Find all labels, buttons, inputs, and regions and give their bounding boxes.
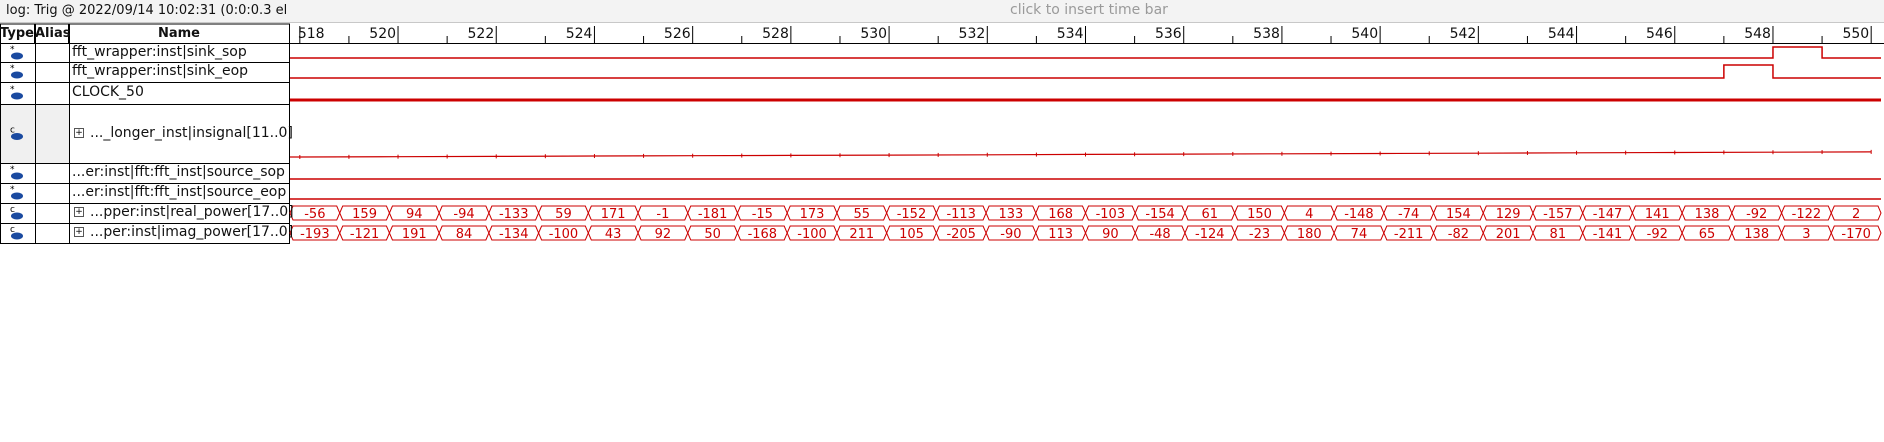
real-power-value: 159 <box>352 207 377 222</box>
signal-name-2[interactable]: CLOCK_50 <box>72 84 290 100</box>
real-power-value: -148 <box>1344 207 1374 222</box>
ruler-tick-label: 518 <box>298 26 325 42</box>
ruler-tick-label: 538 <box>1253 26 1280 42</box>
ruler-tick-label: 528 <box>762 26 789 42</box>
imag-power-value: 81 <box>1550 227 1567 242</box>
real-power-value: -133 <box>499 207 529 222</box>
imag-power-value: -90 <box>1000 227 1021 242</box>
signal-list: Type Alias Name fft_wrapper:inst|sink_so… <box>0 24 294 244</box>
sink-eop-wave <box>290 64 1881 79</box>
imag-power-value: 92 <box>655 227 672 242</box>
imag-power-value: -92 <box>1647 227 1668 242</box>
ruler-tick-label: 520 <box>369 26 396 42</box>
imag-power-value: 211 <box>849 227 874 242</box>
ruler-tick-label: 546 <box>1646 26 1673 42</box>
name-column-header[interactable]: Name <box>69 24 290 43</box>
imag-power-value: -121 <box>350 227 380 242</box>
real-power-value: 4 <box>1305 207 1313 222</box>
imag-power-value: 43 <box>605 227 622 242</box>
real-power-value: 133 <box>999 207 1024 222</box>
real-power-value: -113 <box>946 207 976 222</box>
signal-name-3[interactable]: ..._longer_inst|insignal[11..0] <box>90 125 308 141</box>
real-power-value: -122 <box>1792 207 1822 222</box>
real-power-value: 150 <box>1247 207 1272 222</box>
signal-name-5[interactable]: ...er:inst|fft:fft_inst|source_eop <box>72 184 290 200</box>
ruler-tick-label: 542 <box>1450 26 1477 42</box>
real-power-value: -15 <box>752 207 773 222</box>
imag-power-value: 113 <box>1048 227 1073 242</box>
real-power-value: 173 <box>800 207 825 222</box>
imag-power-value: 84 <box>456 227 473 242</box>
signal-name-0[interactable]: fft_wrapper:inst|sink_sop <box>72 44 290 60</box>
real-power-value: 171 <box>601 207 626 222</box>
real-power-value: 55 <box>853 207 870 222</box>
imag-power-value: 201 <box>1496 227 1521 242</box>
ruler-tick-label: 526 <box>664 26 691 42</box>
ruler-tick-label: 530 <box>860 26 887 42</box>
signal-name-7[interactable]: ...per:inst|imag_power[17..0] <box>90 224 308 240</box>
real-power-value: -157 <box>1543 207 1573 222</box>
real-power-value: -154 <box>1145 207 1175 222</box>
real-power-value: 168 <box>1048 207 1073 222</box>
ruler-tick-label: 522 <box>468 26 495 42</box>
imag-power-value: -48 <box>1149 227 1170 242</box>
real-power-value: 94 <box>406 207 423 222</box>
alias-column-header[interactable]: Alias <box>35 24 70 43</box>
imag-power-value: -82 <box>1448 227 1469 242</box>
real-power-value: -92 <box>1746 207 1767 222</box>
real-power-value: -103 <box>1096 207 1126 222</box>
ruler-tick-label: 550 <box>1842 26 1869 42</box>
real-power-value: -147 <box>1593 207 1623 222</box>
real-power-value: 61 <box>1202 207 1219 222</box>
sink-sop-wave <box>290 46 1881 59</box>
imag-power-value: 65 <box>1699 227 1716 242</box>
imag-power-value: 105 <box>899 227 924 242</box>
real-power-value: 154 <box>1446 207 1471 222</box>
ruler-tick-label: 524 <box>566 26 593 42</box>
imag-power-value: -100 <box>549 227 579 242</box>
signal-name-6[interactable]: ...pper:inst|real_power[17..0] <box>90 204 308 220</box>
real-power-value: 129 <box>1496 207 1521 222</box>
imag-power-value: -168 <box>748 227 778 242</box>
ruler-tick-label: 536 <box>1155 26 1182 42</box>
type-column-header[interactable]: Type <box>0 24 35 43</box>
imag-power-value: -141 <box>1593 227 1623 242</box>
real-power-value: -1 <box>656 207 669 222</box>
imag-power-value: -124 <box>1195 227 1225 242</box>
imag-power-value: -134 <box>499 227 529 242</box>
expand-icon[interactable]: + <box>74 227 84 237</box>
ruler-tick-label: 544 <box>1548 26 1575 42</box>
real-power-value: 138 <box>1695 207 1720 222</box>
real-power-value: -74 <box>1398 207 1419 222</box>
real-power-value: 141 <box>1645 207 1670 222</box>
imag-power-value: 74 <box>1351 227 1368 242</box>
imag-power-value: 90 <box>1102 227 1119 242</box>
imag-power-value: 138 <box>1744 227 1769 242</box>
ruler-tick-label: 534 <box>1057 26 1084 42</box>
imag-power-value: 180 <box>1297 227 1322 242</box>
signal-name-1[interactable]: fft_wrapper:inst|sink_eop <box>72 63 290 79</box>
imag-power-value: -205 <box>946 227 976 242</box>
insignal-wave <box>290 151 1872 158</box>
real-power-value: 59 <box>555 207 572 222</box>
signal-name-4[interactable]: ...er:inst|fft:fft_inst|source_sop <box>72 164 290 180</box>
expand-icon[interactable]: + <box>74 207 84 217</box>
ruler-tick-label: 540 <box>1351 26 1378 42</box>
imag-power-value: 3 <box>1802 227 1810 242</box>
imag-power-value: -100 <box>797 227 827 242</box>
expand-icon[interactable]: + <box>74 127 84 138</box>
imag-power-value: 191 <box>402 227 427 242</box>
ruler-tick-label: 548 <box>1744 26 1771 42</box>
imag-power-value: -23 <box>1249 227 1270 242</box>
real-power-value: -152 <box>897 207 927 222</box>
imag-power-value: -170 <box>1841 227 1871 242</box>
real-power-value: 2 <box>1852 207 1860 222</box>
imag-power-value: 50 <box>704 227 721 242</box>
imag-power-value: -211 <box>1394 227 1424 242</box>
ruler-tick-label: 532 <box>959 26 986 42</box>
real-power-value: -94 <box>453 207 474 222</box>
real-power-value: -181 <box>698 207 728 222</box>
